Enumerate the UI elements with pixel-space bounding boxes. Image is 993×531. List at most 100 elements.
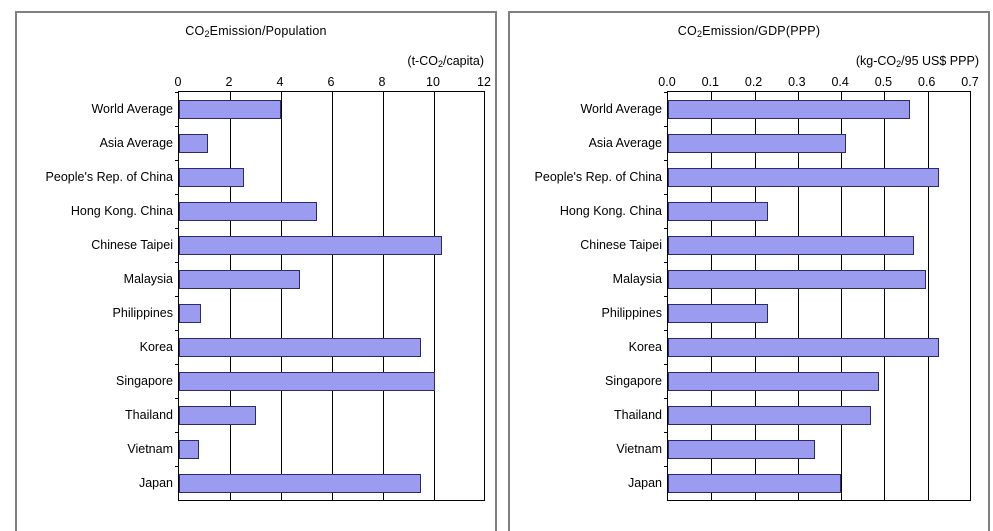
category-label: Singapore: [605, 374, 662, 388]
chart-row: [664, 432, 970, 466]
chart-row: [175, 364, 484, 398]
category-axis-tick: [664, 466, 668, 467]
x-tick-label: 10: [426, 75, 440, 89]
chart-row: [175, 398, 484, 432]
category-axis-tick: [175, 466, 179, 467]
x-tick-label: 0.4: [831, 75, 849, 89]
chart-row: [175, 92, 484, 126]
category-label: Hong Kong. China: [559, 204, 662, 218]
bar: [668, 372, 879, 391]
x-tick-label: 2: [225, 75, 233, 89]
category-label: Asia Average: [588, 136, 662, 150]
chart-row: [664, 364, 970, 398]
category-label: Japan: [138, 476, 173, 490]
category-label: Vietnam: [127, 442, 173, 456]
chart-panel-co2-per-population: CO2Emission/Population (t-CO2/capita) 0 2…: [15, 11, 497, 531]
category-axis-tick: [175, 126, 179, 127]
category-label: Philippines: [601, 306, 662, 320]
category-label: Thailand: [125, 408, 173, 422]
x-tick-label: 0.6: [918, 75, 936, 89]
bar: [179, 304, 201, 323]
x-tick-label: 0.1: [701, 75, 719, 89]
x-tick-label: 0.3: [788, 75, 806, 89]
category-axis-tick: [664, 364, 668, 365]
category-label: Malaysia: [123, 272, 173, 286]
chart-title-left: CO2Emission/Population: [185, 24, 327, 39]
bar: [179, 270, 300, 289]
chart-row: [664, 194, 970, 228]
category-axis-tick: [175, 262, 179, 263]
bar: [179, 134, 208, 153]
bar: [668, 304, 768, 323]
chart-row: [175, 228, 484, 262]
category-label: Hong Kong. China: [70, 204, 173, 218]
category-axis-tick: [664, 126, 668, 127]
x-axis-tick-labels-left: 0 2 4 6 8 10 12: [17, 75, 495, 91]
chart-row: [175, 194, 484, 228]
category-axis-tick: [664, 432, 668, 433]
category-label: Korea: [628, 340, 662, 354]
chart-row: [664, 398, 970, 432]
bar: [668, 100, 910, 119]
category-axis-tick: [175, 330, 179, 331]
bar: [179, 406, 256, 425]
bar: [668, 270, 926, 289]
bar: [668, 474, 841, 493]
bar: [668, 236, 914, 255]
category-axis-tick: [175, 432, 179, 433]
chart-row: [175, 262, 484, 296]
x-tick-label: 0.7: [961, 75, 979, 89]
bar: [668, 168, 939, 187]
bar: [668, 440, 815, 459]
chart-panel-co2-per-gdp: CO2Emission/GDP(PPP) (kg-CO2/95 US$ PPP)…: [508, 11, 990, 531]
x-tick-label: 8: [378, 75, 386, 89]
chart-row: [664, 262, 970, 296]
bar: [179, 372, 435, 391]
chart-row: [664, 466, 970, 500]
category-label: Thailand: [614, 408, 662, 422]
chart-row: [664, 92, 970, 126]
chart-row: [175, 330, 484, 364]
category-label: World Average: [91, 102, 173, 116]
x-tick-label: 0: [174, 75, 182, 89]
chart-row: [664, 160, 970, 194]
bar: [179, 474, 421, 493]
axis-unit-label-left: (t-CO2/capita): [407, 54, 484, 69]
x-tick-label: 4: [276, 75, 284, 89]
category-axis-tick: [664, 398, 668, 399]
x-axis-tick-labels-right: 0.0 0.1 0.2 0.3 0.4 0.5 0.6 0.7: [510, 75, 988, 91]
bar: [179, 338, 421, 357]
chart-row: [175, 432, 484, 466]
x-tick-label: 12: [477, 75, 491, 89]
category-axis-tick: [175, 194, 179, 195]
category-axis-tick: [664, 262, 668, 263]
category-axis-tick: [175, 364, 179, 365]
category-label: Asia Average: [99, 136, 173, 150]
category-label: Chinese Taipei: [91, 238, 173, 252]
category-label: Singapore: [116, 374, 173, 388]
category-axis-tick: [175, 160, 179, 161]
category-label: Philippines: [112, 306, 173, 320]
category-axis-tick: [664, 160, 668, 161]
bar: [179, 100, 281, 119]
category-label: Vietnam: [616, 442, 662, 456]
bar: [179, 440, 199, 459]
category-label: Japan: [627, 476, 662, 490]
bar: [179, 168, 244, 187]
category-label: Malaysia: [612, 272, 662, 286]
chart-row: [175, 296, 484, 330]
chart-row: [664, 296, 970, 330]
axis-unit-label-right: (kg-CO2/95 US$ PPP): [855, 54, 979, 69]
bar: [668, 406, 871, 425]
chart-row: [175, 126, 484, 160]
chart-title-right: CO2Emission/GDP(PPP): [677, 24, 821, 39]
bar: [668, 134, 846, 153]
bar: [179, 236, 442, 255]
category-axis-tick: [175, 228, 179, 229]
bar: [668, 202, 768, 221]
figure-canvas: CO2Emission/Population (t-CO2/capita) 0 2…: [0, 0, 993, 531]
category-label: Chinese Taipei: [580, 238, 662, 252]
category-label: World Average: [580, 102, 662, 116]
category-axis-tick: [664, 228, 668, 229]
category-label: Korea: [139, 340, 173, 354]
